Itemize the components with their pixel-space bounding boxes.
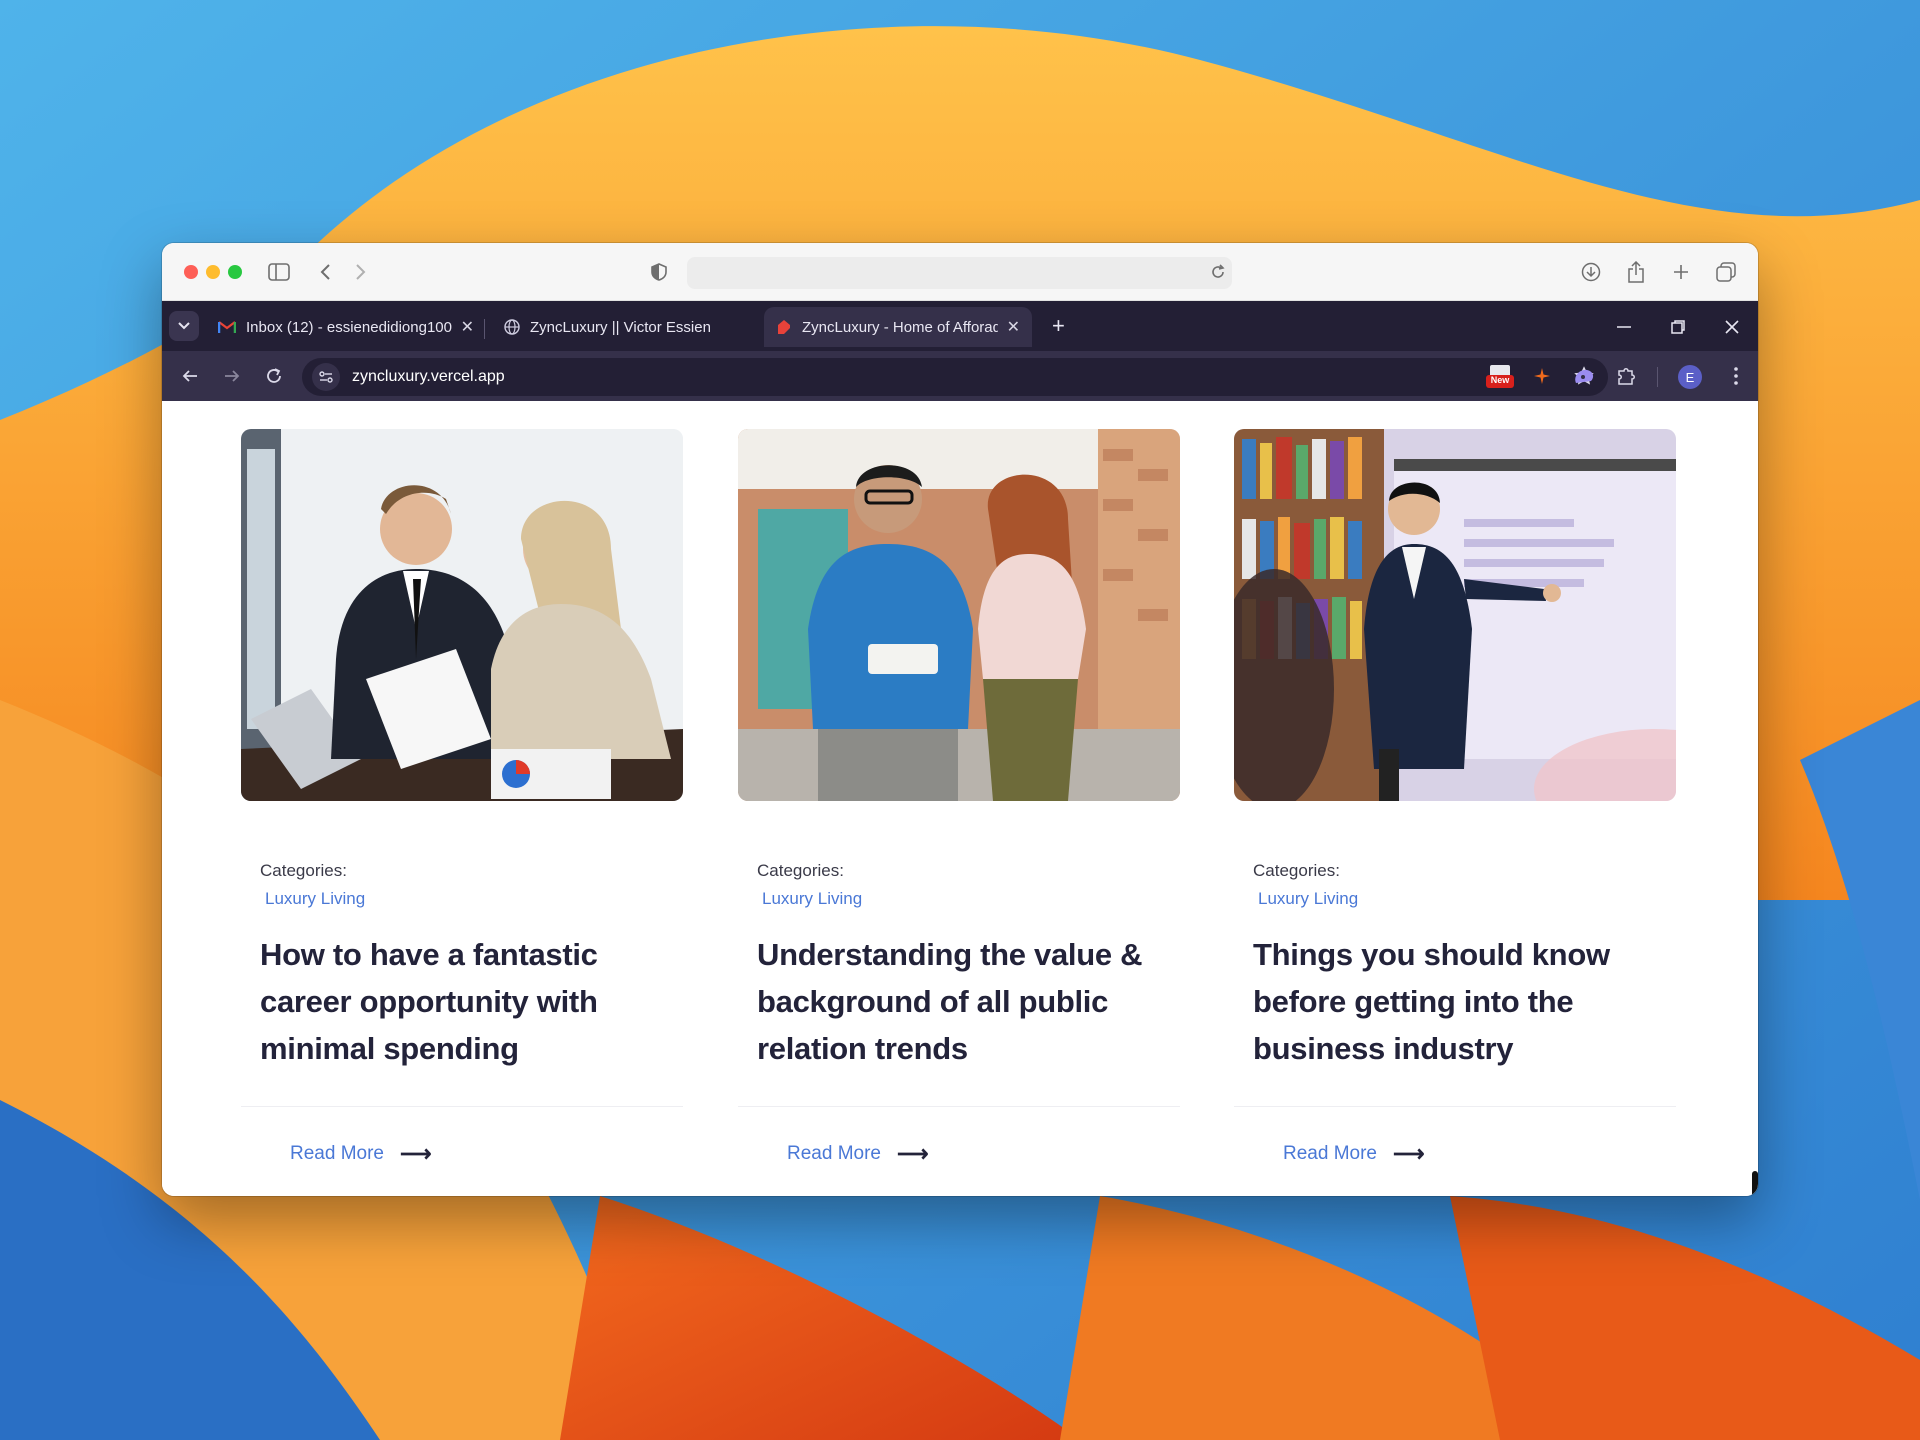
plus-icon[interactable] xyxy=(1668,259,1694,285)
post-title[interactable]: Understanding the value & background of … xyxy=(757,931,1167,1072)
new-tab-button[interactable]: + xyxy=(1052,313,1065,339)
extension-new-badge[interactable]: New xyxy=(1486,362,1514,390)
minimize-button[interactable] xyxy=(1610,313,1638,341)
read-more-label: Read More xyxy=(787,1143,881,1164)
post-image-office-discussion[interactable] xyxy=(738,429,1180,801)
blog-card: Categories: Luxury Living Understanding … xyxy=(738,401,1180,1196)
back-button[interactable] xyxy=(176,362,204,390)
url-text: zyncluxury.vercel.app xyxy=(352,368,505,385)
address-bar[interactable]: zyncluxury.vercel.app xyxy=(302,358,1608,396)
read-more-link[interactable]: Read More ⟶ xyxy=(1283,1141,1425,1167)
restore-button[interactable] xyxy=(1664,313,1692,341)
category-label: Categories: xyxy=(1253,861,1340,880)
tab-gmail[interactable]: Inbox (12) - essienedidiong100 ✕ xyxy=(206,307,486,347)
post-image-business-meeting[interactable] xyxy=(241,429,683,801)
chrome-tab-strip: Inbox (12) - essienedidiong100 ✕ ZyncLux… xyxy=(162,301,1758,351)
chrome-toolbar: zyncluxury.vercel.app New E xyxy=(162,351,1758,401)
post-image-presentation[interactable] xyxy=(1234,429,1676,801)
category-link[interactable]: Luxury Living xyxy=(762,889,862,909)
tab-title: ZyncLuxury - Home of Afforadb xyxy=(802,318,998,336)
profile-avatar[interactable]: E xyxy=(1678,365,1702,389)
safari-address-bar[interactable] xyxy=(687,257,1232,289)
minimize-window-button[interactable] xyxy=(206,265,220,279)
read-more-label: Read More xyxy=(290,1143,384,1164)
blog-card: Categories: Luxury Living How to have a … xyxy=(241,401,683,1196)
category-link[interactable]: Luxury Living xyxy=(265,889,365,909)
globe-icon xyxy=(504,319,520,335)
arrow-right-icon: ⟶ xyxy=(1393,1141,1425,1166)
safari-toolbar xyxy=(162,243,1758,301)
category-label: Categories: xyxy=(757,861,844,880)
site-info-icon[interactable] xyxy=(312,363,340,391)
forward-icon[interactable] xyxy=(348,259,374,285)
more-menu-icon[interactable] xyxy=(1722,362,1750,390)
close-icon xyxy=(1725,320,1739,334)
tab-title: Inbox (12) - essienedidiong100 xyxy=(246,318,452,336)
reload-button[interactable] xyxy=(260,362,288,390)
close-window-button[interactable] xyxy=(184,265,198,279)
post-title[interactable]: How to have a fantastic career opportuni… xyxy=(260,931,670,1072)
plus-icon: + xyxy=(1052,313,1065,338)
close-button[interactable] xyxy=(1718,313,1746,341)
forward-button[interactable] xyxy=(218,362,246,390)
page-scrollbar-thumb[interactable] xyxy=(1752,1171,1758,1196)
card-divider xyxy=(241,1106,683,1107)
post-title[interactable]: Things you should know before getting in… xyxy=(1253,931,1663,1072)
category-label: Categories: xyxy=(260,861,347,880)
category-link[interactable]: Luxury Living xyxy=(1258,889,1358,909)
card-divider xyxy=(1234,1106,1676,1107)
close-icon[interactable]: ✕ xyxy=(461,317,474,337)
tab-title: ZyncLuxury || Victor Essien xyxy=(530,318,711,336)
safari-window: Inbox (12) - essienedidiong100 ✕ ZyncLux… xyxy=(162,243,1758,1196)
card-divider xyxy=(738,1106,1180,1107)
close-icon[interactable]: ✕ xyxy=(1007,317,1020,337)
shield-icon[interactable] xyxy=(646,259,672,285)
download-icon[interactable] xyxy=(1578,259,1604,285)
read-more-label: Read More xyxy=(1283,1143,1377,1164)
toolbar-separator xyxy=(1657,367,1658,387)
spark-extension-icon[interactable] xyxy=(1528,362,1556,390)
read-more-link[interactable]: Read More ⟶ xyxy=(290,1141,432,1167)
zoom-window-button[interactable] xyxy=(228,265,242,279)
chevron-down-icon xyxy=(178,322,190,330)
tabs-overview-icon[interactable] xyxy=(1713,259,1739,285)
arrow-right-icon: ⟶ xyxy=(897,1141,929,1166)
new-badge-label: New xyxy=(1490,375,1510,385)
read-more-link[interactable]: Read More ⟶ xyxy=(787,1141,929,1167)
cloud-extension-icon[interactable] xyxy=(1570,362,1598,390)
share-icon[interactable] xyxy=(1623,259,1649,285)
reload-icon xyxy=(267,368,281,383)
arrow-right-icon: ⟶ xyxy=(400,1141,432,1166)
puzzle-icon[interactable] xyxy=(1612,362,1640,390)
zync-icon xyxy=(778,320,790,334)
tab-zyncluxury-home[interactable]: ZyncLuxury - Home of Afforadb ✕ xyxy=(764,307,1032,347)
page-content: Categories: Luxury Living How to have a … xyxy=(162,401,1758,1196)
back-icon[interactable] xyxy=(312,259,338,285)
minimize-icon xyxy=(1617,326,1631,328)
restore-icon xyxy=(1671,320,1685,334)
arrow-right-icon xyxy=(225,370,240,382)
reload-icon[interactable] xyxy=(1205,259,1231,285)
gmail-icon xyxy=(218,321,236,333)
blog-card: Categories: Luxury Living Things you sho… xyxy=(1234,401,1676,1196)
sidebar-icon[interactable] xyxy=(266,259,292,285)
arrow-left-icon xyxy=(182,370,197,382)
tab-separator xyxy=(484,319,485,339)
tab-search-button[interactable] xyxy=(169,311,199,341)
